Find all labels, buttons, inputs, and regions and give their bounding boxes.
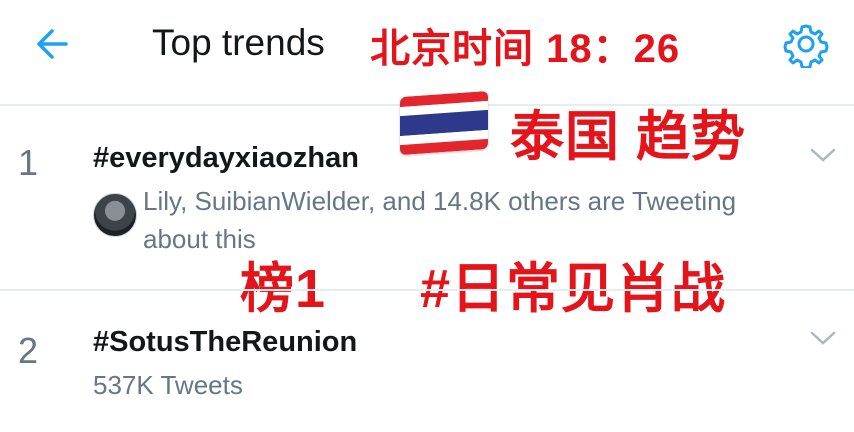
back-button[interactable] <box>30 22 74 66</box>
trend-rank: 1 <box>18 142 39 183</box>
expand-button[interactable] <box>808 328 838 348</box>
expand-button[interactable] <box>808 145 838 165</box>
trend-divider <box>0 289 854 291</box>
thailand-flag <box>400 90 488 156</box>
chevron-down-icon <box>810 148 836 162</box>
trend-hashtag[interactable]: #SotusTheReunion <box>93 326 357 359</box>
avatar <box>93 193 137 237</box>
overlay-rank-label: 榜1 <box>240 259 327 319</box>
trend-hashtag[interactable]: #everydayxiaozhan <box>93 142 359 175</box>
arrow-left-icon <box>37 29 68 59</box>
trend-context-continued: about this <box>143 224 256 254</box>
trend-context: Lily, SuibianWielder, and 14.8K others a… <box>143 186 737 216</box>
settings-button[interactable] <box>782 20 830 70</box>
overlay-country-trends: 泰国 趋势 <box>510 107 747 167</box>
gear-icon <box>783 24 829 70</box>
trend-rank: 2 <box>18 330 39 371</box>
chevron-down-icon <box>810 331 836 345</box>
page-title: Top trends <box>152 22 325 63</box>
overlay-beijing-time: 北京时间 18：26 <box>370 27 681 71</box>
trend-tweet-count: 537K Tweets <box>93 370 243 400</box>
overlay-translated-hashtag: #日常见肖战 <box>420 259 727 319</box>
